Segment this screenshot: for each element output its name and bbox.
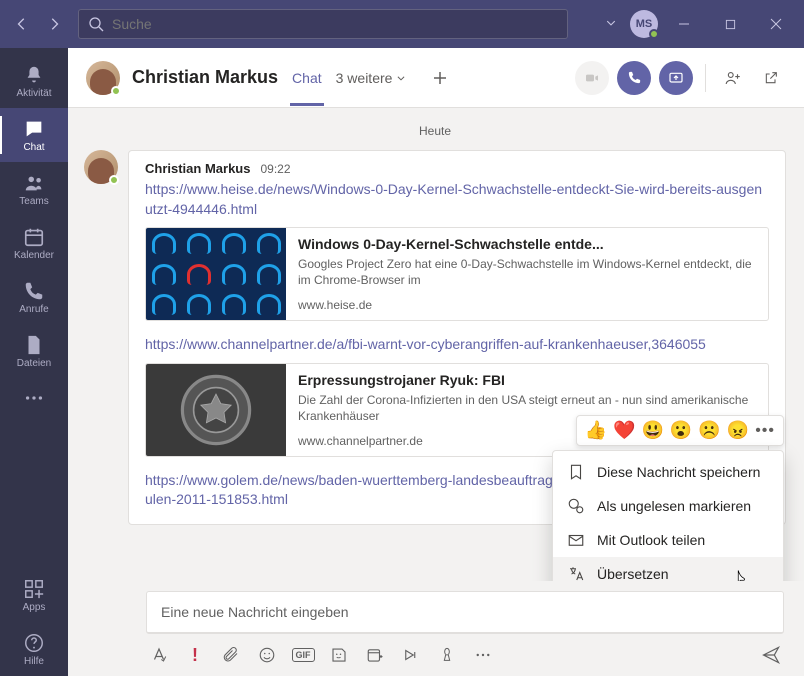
reaction-more-button[interactable]: ••• (755, 422, 775, 440)
search-icon (88, 16, 104, 32)
nav-forward-button[interactable] (40, 10, 68, 38)
format-button[interactable] (148, 644, 170, 666)
window-minimize-button[interactable] (664, 0, 704, 48)
rail-item-files[interactable]: Dateien (0, 324, 68, 378)
message-author: Christian Markus (145, 161, 250, 176)
priority-button[interactable]: ! (184, 644, 206, 666)
emoji-button[interactable] (256, 644, 278, 666)
presence-indicator (649, 29, 659, 39)
rail-item-calendar[interactable]: Kalender (0, 216, 68, 270)
reaction-sad[interactable]: ☹️ (698, 420, 720, 441)
preview-thumbnail (146, 364, 286, 456)
preview-title: Windows 0-Day-Kernel-Schwachstelle entde… (298, 236, 756, 252)
message-link-1[interactable]: https://www.heise.de/news/Windows-0-Day-… (145, 180, 769, 219)
rail-item-activity[interactable]: Aktivität (0, 54, 68, 108)
menu-translate[interactable]: Übersetzen (553, 557, 783, 581)
audio-call-button[interactable] (617, 61, 651, 95)
schedule-meeting-button[interactable] (364, 644, 386, 666)
teams-icon (23, 172, 45, 194)
send-button[interactable] (760, 644, 782, 666)
sticker-button[interactable] (328, 644, 350, 666)
link-preview-1[interactable]: Windows 0-Day-Kernel-Schwachstelle entde… (145, 227, 769, 321)
rail-item-help[interactable]: Hilfe (0, 622, 68, 676)
rail-item-calls[interactable]: Anrufe (0, 270, 68, 324)
calendar-icon (23, 226, 45, 248)
file-icon (23, 334, 45, 356)
nav-back-button[interactable] (8, 10, 36, 38)
tab-chat[interactable]: Chat (290, 50, 324, 106)
reaction-laugh[interactable]: 😃 (642, 420, 664, 441)
chat-icon (23, 118, 45, 140)
message-link-2[interactable]: https://www.channelpartner.de/a/fbi-warn… (145, 335, 769, 355)
compose-input[interactable]: Eine neue Nachricht eingeben (146, 591, 784, 634)
chat-peer-avatar[interactable] (86, 61, 120, 95)
presence-indicator (109, 175, 119, 185)
ellipsis-icon (23, 387, 45, 409)
reaction-surprised[interactable]: 😮 (670, 420, 692, 441)
apps-icon (23, 578, 45, 600)
chat-title: Christian Markus (132, 67, 278, 88)
menu-share-outlook[interactable]: Mit Outlook teilen (553, 523, 783, 557)
screen-share-button[interactable] (659, 61, 693, 95)
help-icon (23, 632, 45, 654)
user-avatar[interactable]: MS (630, 10, 658, 38)
chat-header: Christian Markus Chat 3 weitere (68, 48, 804, 108)
preview-domain: www.heise.de (298, 298, 756, 312)
message-avatar[interactable] (84, 150, 118, 184)
menu-save-message[interactable]: Diese Nachricht speichern (553, 455, 783, 489)
search-expand-button[interactable] (598, 15, 624, 33)
preview-thumbnail (146, 228, 286, 320)
titlebar: MS (0, 0, 804, 48)
bookmark-icon (567, 463, 585, 481)
reaction-heart[interactable]: ❤️ (613, 420, 635, 441)
compose-more-button[interactable] (472, 644, 494, 666)
popout-button[interactable] (756, 63, 786, 93)
chevron-down-icon (396, 73, 406, 83)
unread-icon (567, 497, 585, 515)
compose-area: Eine neue Nachricht eingeben ! GIF (68, 581, 804, 676)
preview-description: Googles Project Zero hat eine 0-Day-Schw… (298, 256, 756, 288)
reaction-picker: 👍 ❤️ 😃 😮 ☹️ 😠 ••• (576, 415, 784, 446)
rail-item-more[interactable] (0, 378, 68, 418)
phone-icon (23, 280, 45, 302)
window-close-button[interactable] (756, 0, 796, 48)
message-list: Heute Christian Markus 09:22 https://www… (68, 108, 804, 581)
rail-item-teams[interactable]: Teams (0, 162, 68, 216)
search-box[interactable] (78, 9, 568, 39)
add-people-button[interactable] (718, 63, 748, 93)
reaction-like[interactable]: 👍 (585, 420, 607, 441)
gif-button[interactable]: GIF (292, 644, 314, 666)
search-input[interactable] (112, 16, 558, 32)
stream-button[interactable] (400, 644, 422, 666)
reaction-angry[interactable]: 😠 (727, 420, 749, 441)
window-maximize-button[interactable] (710, 0, 750, 48)
praise-button[interactable] (436, 644, 458, 666)
presence-indicator (111, 86, 121, 96)
attach-button[interactable] (220, 644, 242, 666)
message-time: 09:22 (260, 162, 290, 176)
message-context-menu: Diese Nachricht speichern Als ungelesen … (552, 450, 784, 581)
add-tab-button[interactable] (424, 62, 456, 94)
tab-more-dropdown[interactable]: 3 weitere (336, 70, 407, 86)
rail-item-chat[interactable]: Chat (0, 108, 68, 162)
menu-mark-unread[interactable]: Als ungelesen markieren (553, 489, 783, 523)
date-divider: Heute (84, 124, 786, 138)
video-call-button[interactable] (575, 61, 609, 95)
bell-icon (23, 64, 45, 86)
mail-icon (567, 531, 585, 549)
preview-title: Erpressungstrojaner Ryuk: FBI (298, 372, 756, 388)
translate-icon (567, 565, 585, 581)
rail-item-apps[interactable]: Apps (0, 568, 68, 622)
app-rail: Aktivität Chat Teams Kalender Anrufe Dat… (0, 48, 68, 676)
